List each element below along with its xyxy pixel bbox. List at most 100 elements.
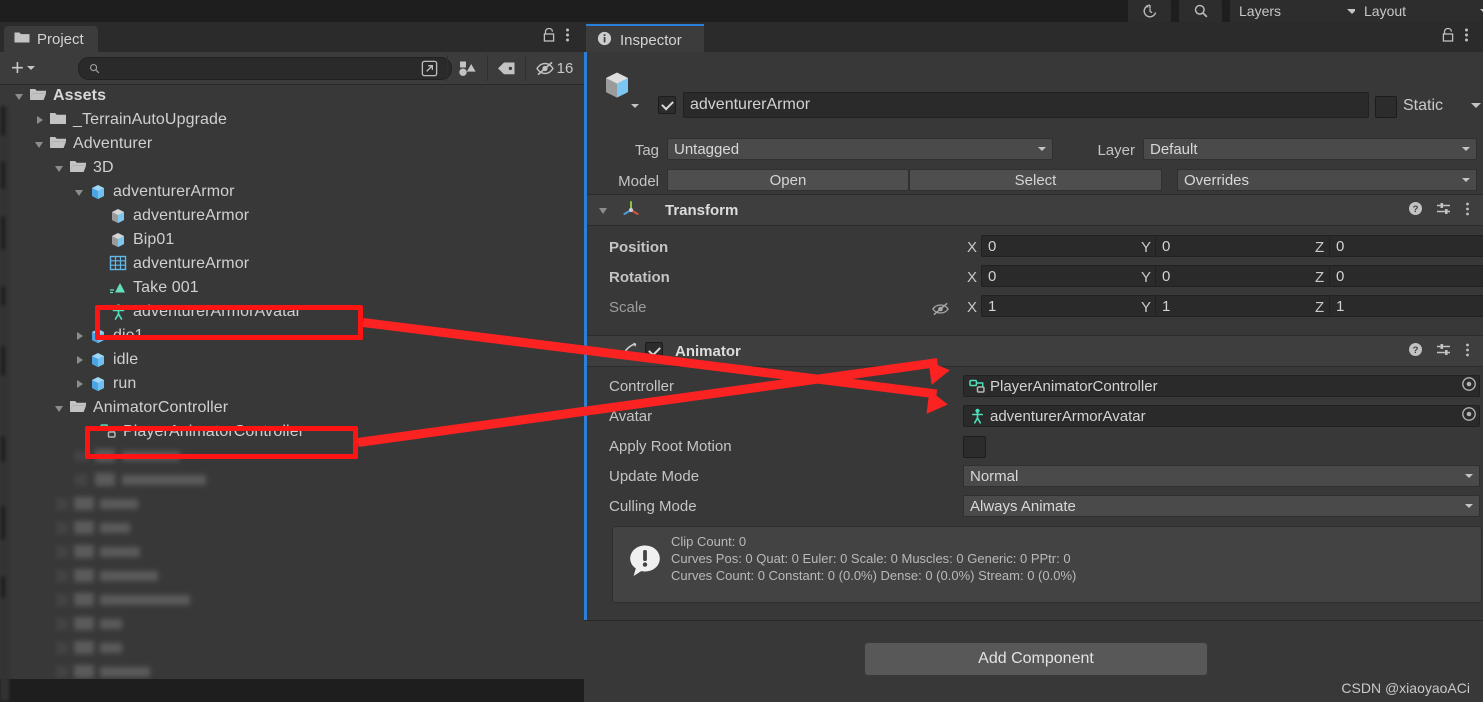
twisty-closed-icon[interactable] (74, 330, 87, 343)
layers-dropdown[interactable]: Layers (1230, 0, 1363, 22)
help-icon[interactable]: ? (1408, 201, 1423, 219)
list-item-redacted[interactable] (0, 492, 584, 516)
kebab-menu-icon[interactable] (565, 27, 570, 46)
help-icon-svg: ? (1409, 343, 1422, 356)
tab-inspector[interactable]: Inspector (586, 24, 704, 54)
lock-icon[interactable] (1441, 27, 1455, 46)
list-item-redacted[interactable] (0, 588, 584, 612)
project-asset-tree[interactable]: Assets _TerrainAutoUpgrade Adventurer 3D (0, 84, 584, 679)
tree-item-animatorcontroller-folder[interactable]: AnimatorController (0, 396, 584, 420)
project-panel: Project + 16 Assets _TerrainAutoUpgrade … (0, 22, 584, 701)
search-icon[interactable] (1179, 0, 1222, 22)
kebab-menu-icon[interactable] (1465, 342, 1470, 361)
tree-item-label: Take 001 (133, 279, 199, 296)
static-checkbox[interactable] (1375, 96, 1397, 118)
prefab-icon (109, 231, 128, 249)
filter-by-type-icon[interactable] (452, 57, 482, 79)
twisty-open-icon[interactable] (598, 204, 611, 217)
create-asset-button[interactable]: + (11, 57, 35, 79)
transform-axis-icon-svg (623, 200, 639, 215)
kebab-menu-icon[interactable] (1465, 201, 1470, 220)
gameobject-enabled-checkbox[interactable] (658, 96, 676, 114)
model-select-button[interactable]: Select (909, 169, 1162, 191)
position-y-input[interactable]: 0 (1155, 235, 1330, 257)
layer-dropdown[interactable]: Default (1143, 138, 1477, 160)
position-y-value: 0 (1162, 237, 1171, 255)
scale-z-axis-label: Z (1315, 299, 1325, 316)
layout-dropdown[interactable]: Layout (1355, 0, 1483, 22)
gameobject-name-field[interactable]: adventurerArmor (683, 92, 1369, 118)
add-component-button[interactable]: Add Component (864, 642, 1208, 676)
twisty-closed-icon[interactable] (34, 114, 47, 127)
position-x-input[interactable]: 0 (981, 235, 1156, 257)
vertical-scrollbar[interactable] (0, 106, 9, 701)
preset-icon[interactable] (1436, 342, 1452, 360)
twisty-open-icon[interactable] (54, 162, 67, 175)
list-item-redacted[interactable] (0, 636, 584, 660)
static-dropdown-chevron-icon[interactable] (1471, 103, 1481, 108)
controller-object-field[interactable]: PlayerAnimatorController (963, 375, 1480, 397)
tree-item-idle[interactable]: idle (0, 348, 584, 372)
model-open-button[interactable]: Open (667, 169, 909, 191)
tree-item-adventurerarmor[interactable]: adventurerArmor (0, 180, 584, 204)
chevron-down-icon (1038, 147, 1046, 151)
twisty-closed-icon[interactable] (74, 378, 87, 391)
tree-item-label: Assets (53, 87, 107, 104)
search-input-field[interactable] (106, 60, 410, 77)
search-input[interactable] (78, 57, 452, 80)
object-picker-icon[interactable] (1461, 376, 1477, 396)
tab-project-label: Project (37, 30, 84, 48)
apply-root-motion-checkbox[interactable] (963, 436, 986, 458)
tree-item-bip01[interactable]: Bip01 (0, 228, 584, 252)
tag-dropdown[interactable]: Untagged (667, 138, 1053, 160)
kebab-menu-icon[interactable] (1464, 27, 1469, 46)
tree-item-terrainautoupgrade[interactable]: _TerrainAutoUpgrade (0, 108, 584, 132)
tree-item-adventurer[interactable]: Adventurer (0, 132, 584, 156)
top-toolbar: Layers Layout (0, 0, 1483, 22)
tree-item-adventurearmor-mesh[interactable]: adventureArmor (0, 252, 584, 276)
scale-z-input[interactable]: 1 (1329, 295, 1483, 317)
twisty-open-icon[interactable] (74, 186, 87, 199)
scale-x-input[interactable]: 1 (981, 295, 1156, 317)
preset-icon[interactable] (1436, 201, 1452, 219)
layer-label: Layer (1097, 142, 1135, 159)
twisty-closed-icon[interactable] (74, 354, 87, 367)
kebab-menu-icon-svg (566, 28, 569, 42)
transform-component-header[interactable]: Transform ? (587, 194, 1483, 226)
update-mode-dropdown[interactable]: Normal (963, 465, 1480, 487)
save-search-icon[interactable] (416, 57, 442, 79)
tree-item-assets[interactable]: Assets (0, 84, 584, 108)
scale-y-input[interactable]: 1 (1155, 295, 1330, 317)
tree-item-adventurearmor-prefab[interactable]: adventureArmor (0, 204, 584, 228)
tab-inspector-label: Inspector (620, 31, 682, 49)
lock-icon[interactable] (542, 27, 556, 46)
list-item-redacted[interactable] (0, 660, 584, 679)
tree-item-run[interactable]: run (0, 372, 584, 396)
twisty-open-icon[interactable] (34, 138, 47, 151)
tree-item-3d[interactable]: 3D (0, 156, 584, 180)
twisty-open-icon[interactable] (54, 402, 67, 415)
rotation-y-input[interactable]: 0 (1155, 265, 1330, 287)
history-clock-icon[interactable] (1128, 0, 1171, 22)
list-item-redacted[interactable] (0, 564, 584, 588)
filter-by-label-icon[interactable] (492, 57, 520, 79)
overrides-dropdown[interactable]: Overrides (1177, 169, 1477, 191)
tree-item-take001[interactable]: Take 001 (0, 276, 584, 300)
culling-mode-dropdown[interactable]: Always Animate (963, 495, 1480, 517)
avatar-object-field[interactable]: adventurerArmorAvatar (963, 405, 1480, 427)
rotation-x-input[interactable]: 0 (981, 265, 1156, 287)
chevron-down-icon[interactable] (631, 104, 639, 108)
animator-title: Animator (675, 342, 741, 360)
list-item-redacted[interactable] (0, 612, 584, 636)
list-item-redacted[interactable] (0, 516, 584, 540)
twisty-open-icon[interactable] (14, 90, 27, 103)
position-z-input[interactable]: 0 (1329, 235, 1483, 257)
object-picker-icon[interactable] (1461, 406, 1477, 426)
constrain-proportions-off-icon[interactable] (931, 301, 950, 320)
list-item-redacted[interactable] (0, 468, 584, 492)
rotation-z-input[interactable]: 0 (1329, 265, 1483, 287)
tab-project[interactable]: Project (4, 26, 98, 52)
help-icon[interactable]: ? (1408, 342, 1423, 360)
hidden-assets-toggle[interactable]: 16 (530, 57, 578, 79)
list-item-redacted[interactable] (0, 540, 584, 564)
